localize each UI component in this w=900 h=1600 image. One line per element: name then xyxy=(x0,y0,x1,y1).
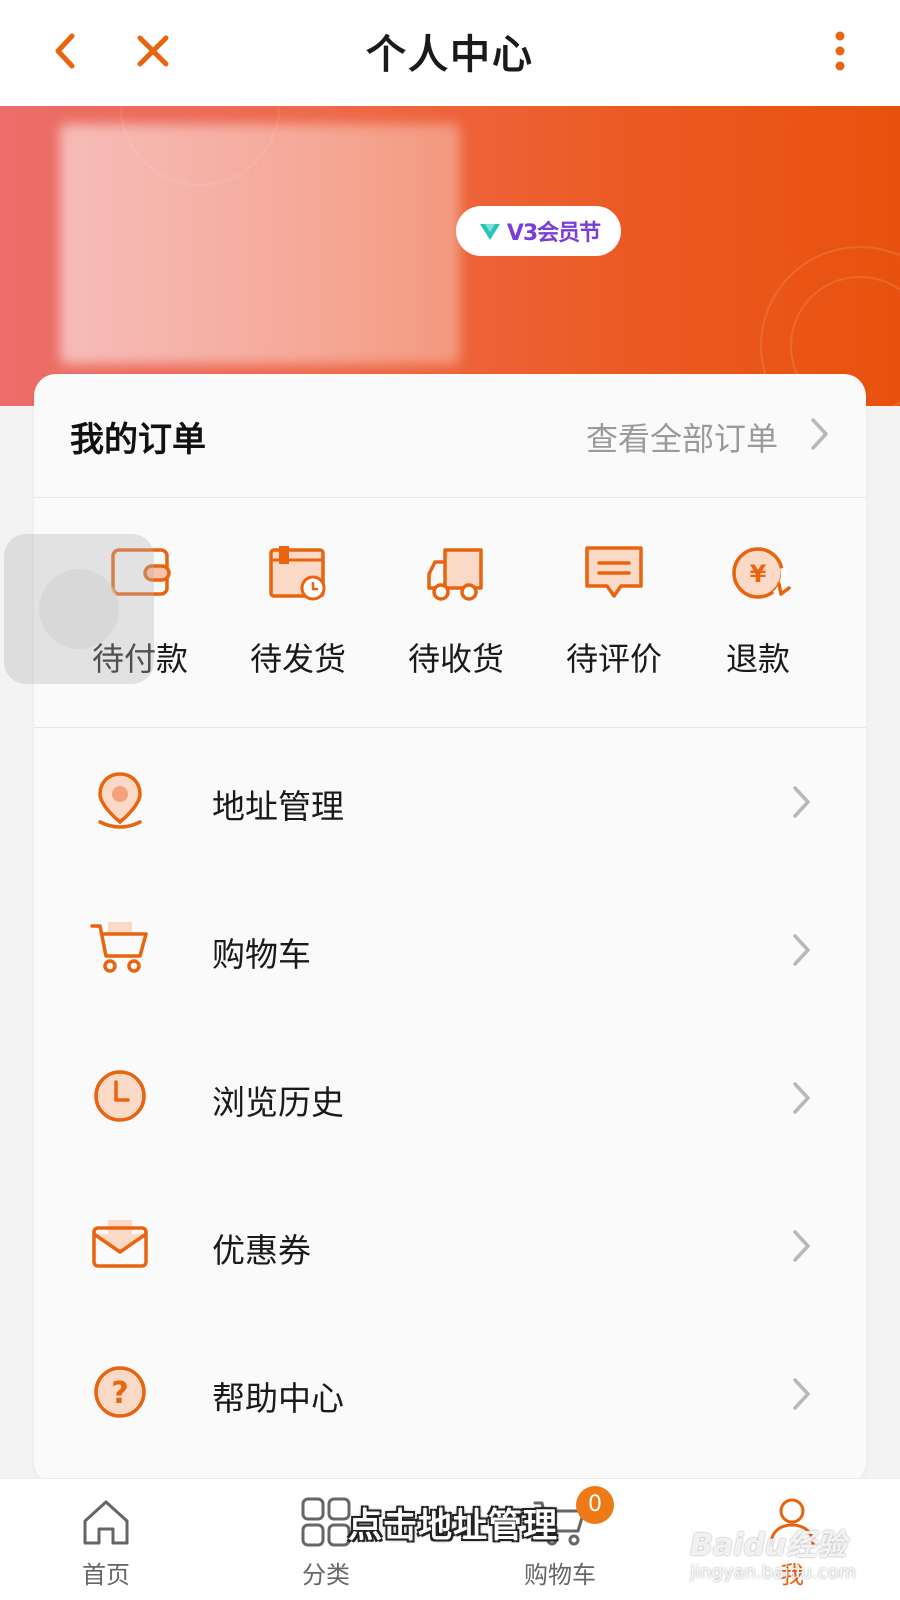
clock-icon xyxy=(94,1070,146,1122)
baidu-watermark: Baidu经验 jingyan.baidu.com xyxy=(690,1520,890,1590)
help-icon: ? xyxy=(94,1366,146,1418)
cart-icon xyxy=(90,922,148,973)
menu-item-label: 地址管理 xyxy=(212,787,344,826)
user-center-card: 我的订单 查看全部订单 待付款 待发货 待收货 待评价 ¥ 退款 地址管理 购物… xyxy=(34,374,866,1484)
order-item-label: 待发货 xyxy=(249,640,346,678)
location-pin-icon xyxy=(98,772,142,829)
menu-item-label: 帮助中心 xyxy=(212,1379,344,1418)
svg-text:?: ? xyxy=(111,1376,128,1411)
menu-item-label: 优惠券 xyxy=(212,1231,311,1270)
tab-label: 购物车 xyxy=(524,1561,596,1589)
package-clock-icon xyxy=(269,546,326,601)
order-refund[interactable]: ¥ 退款 xyxy=(688,538,828,698)
my-orders-title: 我的订单 xyxy=(70,420,206,460)
my-orders-header: 我的订单 查看全部订单 xyxy=(34,374,866,498)
profile-banner: V3会员节 xyxy=(0,106,900,406)
home-icon xyxy=(83,1500,129,1545)
vertical-dots-icon[interactable] xyxy=(820,26,860,76)
order-item-label: 待收货 xyxy=(407,640,504,678)
tab-label: 分类 xyxy=(302,1561,350,1589)
grid-icon xyxy=(301,1497,351,1547)
floating-assistive-button[interactable] xyxy=(4,534,154,684)
menu-list: 地址管理 购物车 浏览历史 优惠券 ? 帮助中心 xyxy=(34,728,866,1468)
vip-badge-label: V3会员节 xyxy=(506,221,601,246)
chevron-right-icon xyxy=(793,934,810,966)
order-pending-receipt[interactable]: 待收货 xyxy=(386,538,526,698)
order-item-label: 退款 xyxy=(725,640,790,678)
order-pending-review[interactable]: 待评价 xyxy=(544,538,684,698)
menu-item-cart[interactable]: 购物车 xyxy=(34,876,866,1024)
truck-icon xyxy=(427,548,483,601)
chevron-right-icon xyxy=(793,1082,810,1114)
cart-count-badge: 0 xyxy=(576,1486,614,1524)
coupon-envelope-icon xyxy=(92,1220,148,1268)
blurred-user-info[interactable] xyxy=(60,124,460,364)
order-item-label: 待评价 xyxy=(565,640,662,678)
tab-label: 首页 xyxy=(82,1561,130,1589)
comment-icon xyxy=(585,546,643,598)
menu-item-label: 购物车 xyxy=(212,935,311,974)
svg-text:¥: ¥ xyxy=(750,560,767,588)
chevron-right-icon xyxy=(793,1230,810,1262)
chevron-right-icon xyxy=(793,786,810,818)
page-title: 个人中心 xyxy=(366,32,534,78)
view-all-orders-link[interactable]: 查看全部订单 xyxy=(586,414,778,460)
menu-item-coupons[interactable]: 优惠券 xyxy=(34,1172,866,1320)
floating-button-knob xyxy=(39,569,119,649)
order-pending-shipment[interactable]: 待发货 xyxy=(228,538,368,698)
order-status-row: 待付款 待发货 待收货 待评价 ¥ 退款 xyxy=(34,498,866,728)
vip-badge[interactable]: V3会员节 xyxy=(456,206,621,256)
chevron-right-icon[interactable] xyxy=(804,414,834,454)
menu-item-address[interactable]: 地址管理 xyxy=(34,728,866,876)
menu-item-history[interactable]: 浏览历史 xyxy=(34,1024,866,1172)
diamond-icon xyxy=(479,224,500,240)
menu-item-help[interactable]: ? 帮助中心 xyxy=(34,1320,866,1468)
top-bar: 个人中心 xyxy=(0,0,900,106)
chevron-right-icon xyxy=(793,1378,810,1410)
tab-home[interactable]: 首页 xyxy=(26,1493,186,1600)
watermark-main: Baidu经验 xyxy=(690,1528,847,1563)
instruction-caption: 点击地址管理 xyxy=(348,1506,558,1546)
menu-item-label: 浏览历史 xyxy=(212,1083,344,1122)
watermark-sub: jingyan.baidu.com xyxy=(690,1562,857,1583)
refund-yen-icon: ¥ xyxy=(732,547,791,599)
